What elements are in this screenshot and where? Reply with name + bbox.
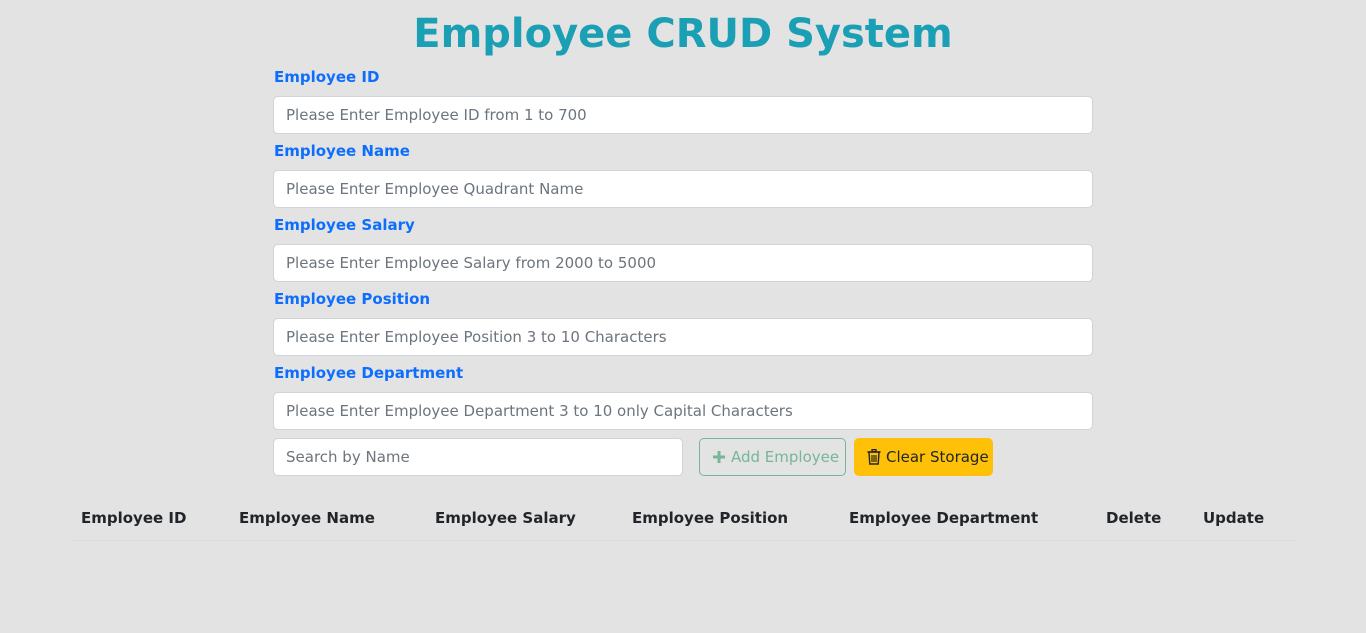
clear-storage-button[interactable]: Clear Storage [854, 438, 993, 476]
employee-id-input[interactable] [273, 96, 1093, 134]
employee-name-input[interactable] [273, 170, 1093, 208]
employee-salary-input[interactable] [273, 244, 1093, 282]
column-header-employee-name: Employee Name [229, 496, 425, 541]
employee-id-label: Employee ID [274, 68, 380, 86]
employee-position-label: Employee Position [274, 290, 431, 308]
column-header-employee-salary: Employee Salary [425, 496, 622, 541]
column-header-delete: Delete [1096, 496, 1193, 541]
employee-form: Employee ID Employee Name Employee Salar… [273, 66, 1093, 436]
employee-department-label: Employee Department [274, 364, 464, 382]
controls-row: Add Employee Clear Storage [273, 438, 993, 476]
employee-table: Employee ID Employee Name Employee Salar… [71, 496, 1296, 541]
column-header-employee-id: Employee ID [71, 496, 229, 541]
plus-icon [712, 450, 726, 464]
search-input[interactable] [273, 438, 683, 476]
employee-position-input[interactable] [273, 318, 1093, 356]
add-employee-button[interactable]: Add Employee [699, 438, 846, 476]
employee-name-label: Employee Name [274, 142, 410, 160]
column-header-employee-position: Employee Position [622, 496, 839, 541]
employee-department-input[interactable] [273, 392, 1093, 430]
column-header-update: Update [1193, 496, 1296, 541]
page-title: Employee CRUD System [413, 11, 953, 57]
add-employee-label: Add Employee [731, 448, 840, 466]
employee-table-wrapper: Employee ID Employee Name Employee Salar… [71, 496, 1296, 541]
trash-icon [867, 449, 881, 465]
employee-salary-label: Employee Salary [274, 216, 415, 234]
table-header-row: Employee ID Employee Name Employee Salar… [71, 496, 1296, 541]
column-header-employee-department: Employee Department [839, 496, 1096, 541]
clear-storage-label: Clear Storage [886, 448, 989, 466]
